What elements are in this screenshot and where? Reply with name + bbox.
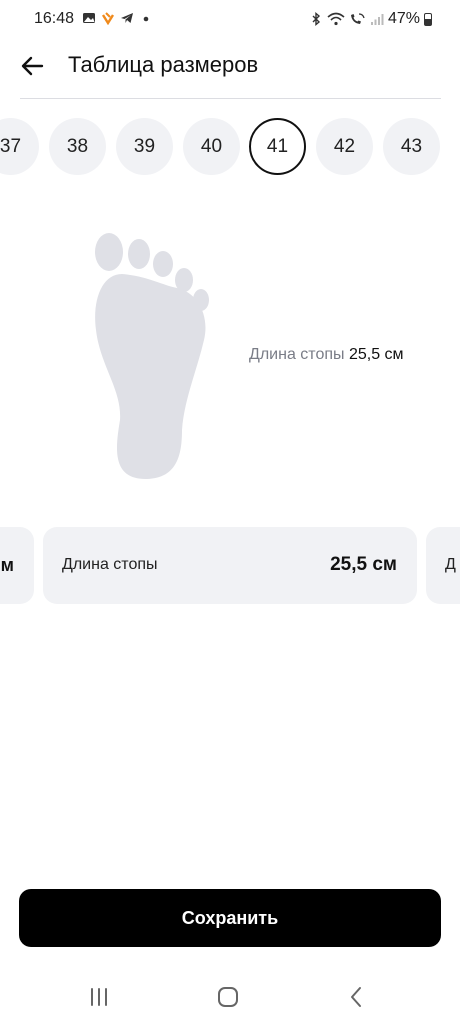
size-chip-40[interactable]: 40 <box>183 118 240 175</box>
size-chip-42[interactable]: 42 <box>316 118 373 175</box>
save-button[interactable]: Сохранить <box>19 889 441 947</box>
system-status: 47% <box>309 10 432 28</box>
header: Таблица размеров <box>0 44 460 88</box>
status-bar: 16:48 47% <box>0 0 460 38</box>
dot-icon <box>143 16 149 22</box>
back-arrow-icon[interactable] <box>18 52 50 80</box>
card-next-label: Д <box>445 556 456 573</box>
battery-percent: 47% <box>387 10 420 27</box>
system-navigation-bar <box>0 970 460 1024</box>
size-chip-43[interactable]: 43 <box>383 118 440 175</box>
measurement-cards: м Длина стопы 25,5 см Д <box>0 527 460 604</box>
status-time: 16:48 <box>34 10 75 27</box>
header-divider <box>20 98 441 99</box>
foot-length-value: 25,5 см <box>348 346 404 363</box>
notification-icons <box>82 11 153 25</box>
measurement-card-prev[interactable]: м <box>0 527 34 604</box>
size-chip-39[interactable]: 39 <box>116 118 173 175</box>
bluetooth-icon <box>312 12 321 26</box>
size-chip-41-selected[interactable]: 41 <box>249 118 306 175</box>
telegram-icon <box>121 13 133 23</box>
page-title: Таблица размеров <box>68 52 259 77</box>
battery-icon <box>424 12 432 26</box>
measurement-card-next[interactable]: Д <box>426 527 460 604</box>
signal-icon <box>370 14 384 25</box>
foot-length-caption: Длина стопы 25,5 см <box>249 346 404 364</box>
size-chip-37[interactable]: 37 <box>0 118 39 175</box>
measurement-card-foot-length[interactable]: Длина стопы 25,5 см <box>43 527 417 604</box>
app-notification-icon <box>101 12 115 25</box>
card-label: Длина стопы <box>62 556 158 573</box>
foot-illustration <box>95 233 209 480</box>
size-selector: 37 38 39 40 41 42 43 <box>0 118 460 176</box>
size-chip-38[interactable]: 38 <box>49 118 106 175</box>
home-icon[interactable] <box>215 984 241 1010</box>
wifi-icon <box>327 12 345 26</box>
wifi-calling-icon <box>350 13 365 24</box>
foot-length-label: Длина стопы <box>249 346 345 363</box>
back-icon[interactable] <box>344 984 370 1010</box>
card-prev-value: м <box>0 555 14 575</box>
recents-icon[interactable] <box>86 984 112 1010</box>
card-value: 25,5 см <box>330 554 397 575</box>
gallery-icon <box>83 13 95 23</box>
